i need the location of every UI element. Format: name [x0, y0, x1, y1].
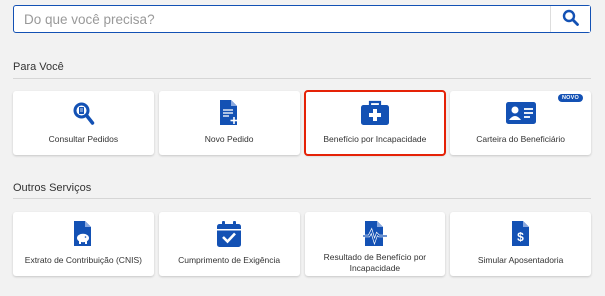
card-label: Consultar Pedidos: [48, 134, 119, 144]
card-label: Carteira do Beneficiário: [476, 134, 566, 144]
card-cumprimento-exigencia[interactable]: Cumprimento de Exigência: [158, 212, 300, 276]
card-label: Simular Aposentadoria: [477, 255, 564, 265]
card-label: Extrato de Contribuição (CNIS): [24, 255, 142, 265]
piggy-bank-document-icon: [72, 220, 94, 248]
svg-text:$: $: [517, 230, 524, 244]
search-icon: [562, 9, 579, 29]
section-title-para-voce: Para Você: [13, 61, 64, 73]
id-card-icon: [505, 99, 537, 127]
search-input[interactable]: [14, 6, 550, 32]
card-label: Novo Pedido: [204, 134, 254, 144]
card-resultado-beneficio[interactable]: Resultado de Benefício por Incapacidade: [304, 212, 446, 276]
medical-kit-icon: [360, 99, 390, 127]
card-carteira-beneficiario[interactable]: NOVO Carteira do Beneficiário: [450, 91, 591, 155]
calendar-check-icon: [216, 220, 242, 248]
card-extrato-cnis[interactable]: Extrato de Contribuição (CNIS): [13, 212, 154, 276]
card-beneficio-incapacidade[interactable]: Benefício por Incapacidade: [303, 90, 447, 156]
section-divider: [13, 198, 591, 199]
search-bar: [13, 5, 591, 33]
search-button[interactable]: [550, 6, 590, 32]
section-title-outros-servicos: Outros Serviços: [13, 182, 92, 194]
new-document-icon: [218, 99, 240, 127]
card-row-para-voce: Consultar Pedidos Novo Pedido Benefício …: [13, 90, 591, 156]
section-divider: [13, 78, 591, 79]
heartbeat-document-icon: [362, 220, 388, 248]
card-row-outros-servicos: Extrato de Contribuição (CNIS) Cumprimen…: [13, 212, 591, 276]
search-document-icon: [71, 99, 95, 127]
card-label: Resultado de Benefício por Incapacidade: [323, 252, 427, 273]
card-label: Benefício por Incapacidade: [323, 134, 427, 144]
new-badge: NOVO: [558, 94, 583, 102]
money-document-icon: $: [510, 220, 532, 248]
card-novo-pedido[interactable]: Novo Pedido: [158, 91, 300, 155]
card-simular-aposentadoria[interactable]: $ Simular Aposentadoria: [450, 212, 591, 276]
card-label: Cumprimento de Exigência: [178, 255, 281, 265]
card-consultar-pedidos[interactable]: Consultar Pedidos: [13, 91, 154, 155]
